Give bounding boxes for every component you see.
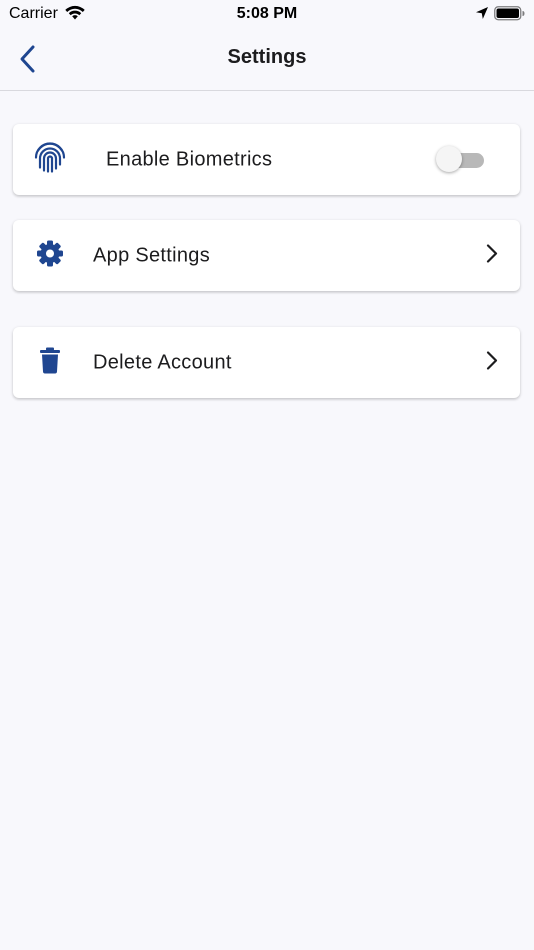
- delete-account-label: Delete Account: [93, 351, 232, 373]
- chevron-right-icon: [486, 350, 498, 375]
- location-arrow-icon: [475, 6, 489, 25]
- battery-icon: [494, 6, 526, 26]
- biometrics-label: Enable Biometrics: [106, 148, 273, 170]
- biometrics-toggle[interactable]: [436, 145, 484, 174]
- delete-account-row[interactable]: Delete Account: [13, 327, 520, 398]
- page-title: Settings: [227, 46, 307, 68]
- app-settings-label: App Settings: [93, 244, 211, 266]
- toggle-knob: [436, 145, 462, 172]
- biometrics-row: Enable Biometrics: [13, 124, 520, 195]
- clock-time: 5:08 PM: [236, 5, 298, 22]
- chevron-right-icon: [486, 243, 498, 268]
- gear-icon: [36, 239, 64, 272]
- app-settings-row[interactable]: App Settings: [13, 220, 520, 291]
- trash-icon: [39, 347, 61, 378]
- navigation-bar: Settings: [0, 28, 534, 91]
- fingerprint-icon: [33, 140, 67, 179]
- status-bar: Carrier 5:08 PM: [0, 0, 534, 28]
